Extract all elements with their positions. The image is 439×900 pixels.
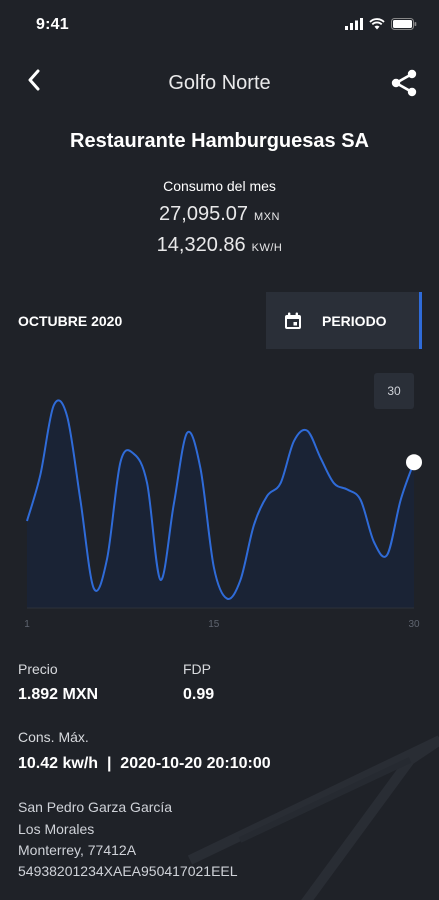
page-title: Golfo Norte (168, 72, 271, 94)
fdp-label: FDP (183, 661, 211, 677)
chart-x-tick-label: 1 (24, 619, 30, 630)
precio-value: 1.892 MXN (18, 686, 99, 703)
cellular-signal-icon (345, 18, 363, 30)
status-icons (345, 18, 417, 30)
cons-max-value: 10.42 kw/h | 2020-10-20 20:10:00 (18, 755, 271, 772)
consumo-amount-unit: MXN (254, 211, 280, 223)
cons-max-label: Cons. Máx. (18, 729, 89, 745)
share-icon (391, 69, 417, 97)
consumo-label: Consumo del mes (163, 178, 276, 194)
chart-x-tick-label: 15 (208, 619, 220, 630)
consumo-energy-unit: KW/H (251, 242, 283, 254)
chart-x-tick-label: 30 (408, 619, 420, 630)
chart-tooltip: 30 (374, 373, 414, 409)
consumo-amount: 27,095.07 (159, 203, 249, 225)
address-line-1: San Pedro Garza García (18, 799, 173, 815)
address-line-4: 54938201234XAEA950417021EEL (18, 863, 238, 879)
periodo-button-label: PERIODO (322, 312, 387, 329)
calendar-icon (285, 312, 301, 329)
address-line-2: Los Morales (18, 821, 95, 837)
share-button[interactable] (387, 66, 421, 100)
battery-icon (391, 18, 417, 30)
address-line-3: Monterrey, 77412A (18, 842, 137, 858)
client-name: Restaurante Hamburguesas SA (70, 130, 369, 152)
consumo-amount-row: 27,095.07 MXN (0, 203, 439, 226)
status-bar: 9:41 (0, 0, 439, 52)
chart-selected-point[interactable] (406, 454, 422, 471)
periodo-button[interactable]: PERIODO (266, 292, 422, 349)
fdp-value: 0.99 (183, 686, 215, 703)
consumo-energy: 14,320.86 (156, 234, 246, 256)
consumo-energy-row: 14,320.86 KW/H (0, 234, 439, 257)
screen: 9:41 Golfo Norte Restaurante Hamburguesa… (0, 0, 439, 900)
month-label: OCTUBRE 2020 (18, 313, 123, 329)
wifi-icon (369, 18, 385, 30)
status-time: 9:41 (36, 16, 69, 33)
chart-area-fill (27, 400, 414, 608)
precio-label: Precio (18, 661, 58, 677)
